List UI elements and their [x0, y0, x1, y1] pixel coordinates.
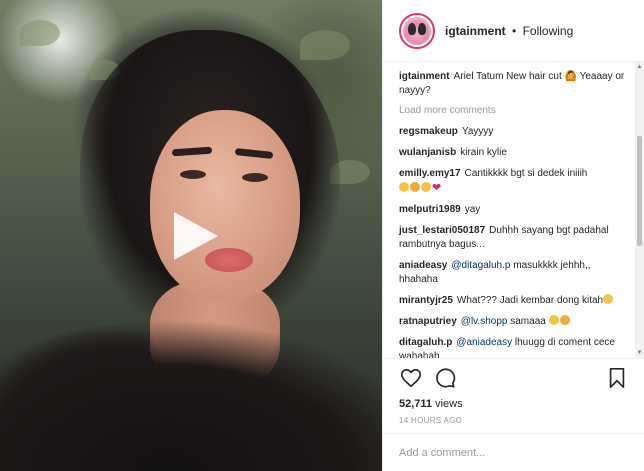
comment-item: wulanjanisb kirain kylie [399, 146, 629, 160]
comments-scrollbar[interactable]: ▲ ▼ [635, 62, 644, 358]
heart-emoji-icon: ❤ [432, 182, 442, 194]
comment-text: Cantikkkk bgt si dedek iniiih [464, 168, 588, 179]
video-subject-shirt [0, 300, 382, 471]
comment-text: samaaa [510, 316, 546, 327]
post-side-panel: igtainment • Following igtainment Ariel T… [382, 0, 644, 471]
header-username[interactable]: igtainment [445, 24, 506, 38]
avatar-image [403, 16, 431, 45]
comment-item: ratnaputriey @lv.shopp samaaa [399, 315, 629, 329]
heart-icon[interactable] [399, 366, 423, 390]
grinning-emoji-icon [421, 182, 431, 192]
comments-list[interactable]: igtainment Ariel Tatum New hair cut 🙆 Yea… [383, 62, 644, 358]
background-foliage [20, 20, 60, 46]
add-comment-bar [383, 433, 644, 471]
caption-username[interactable]: igtainment [399, 71, 450, 82]
views-number: 52,711 [399, 398, 433, 410]
background-foliage [300, 30, 350, 60]
views-label: views [435, 398, 463, 410]
grinning-emoji-icon [410, 182, 420, 192]
header-separator: • [512, 23, 517, 38]
comment-item: regsmakeup Yayyyy [399, 125, 629, 139]
comment-username[interactable]: emilly.emy17 [399, 168, 461, 179]
comment-text: yay [464, 204, 481, 215]
laughing-emoji-icon [603, 294, 614, 304]
header-text: igtainment • Following [445, 24, 573, 38]
video-subject-eye [242, 173, 268, 182]
comment-username[interactable]: aniadeasy [399, 260, 447, 271]
scroll-up-arrow-icon[interactable]: ▲ [636, 63, 643, 71]
add-comment-input[interactable] [399, 446, 629, 459]
comment-username[interactable]: regsmakeup [399, 126, 458, 137]
comment-item: emilly.emy17 Cantikkkk bgt si dedek iniii… [399, 167, 629, 196]
action-icons-row [399, 359, 629, 397]
following-button[interactable]: Following [523, 24, 574, 38]
comment-username[interactable]: ratnaputriey [399, 316, 457, 327]
post-header: igtainment • Following [383, 0, 644, 62]
comment-item: just_lestari050187 Duhhh sayang bgt padah… [399, 224, 629, 252]
comment-username[interactable]: just_lestari050187 [399, 225, 485, 236]
post-video[interactable] [0, 0, 382, 471]
load-more-comments-link[interactable]: Load more comments [399, 104, 629, 118]
ok-hand-emoji-icon [559, 315, 570, 325]
comment-username[interactable]: mirantyjr25 [399, 295, 453, 306]
comment-text: Yayyyy [461, 126, 494, 137]
comment-mention-link[interactable]: @ditagaluh.p [451, 260, 510, 271]
comment-text: What??? Jadi kembar dong kitah [456, 295, 604, 306]
bookmark-icon[interactable] [605, 366, 629, 390]
comment-item: ditagaluh.p @aniadeasy lhuugg di coment c… [399, 336, 629, 358]
comment-mention-link[interactable]: @lv.shopp [461, 316, 508, 327]
comment-item: aniadeasy @ditagaluh.p masukkkk jehhh,, h… [399, 259, 629, 287]
smiling-emoji-icon [548, 315, 559, 325]
video-subject-eye [180, 170, 206, 179]
comment-bubble-icon[interactable] [433, 366, 457, 390]
grinning-emoji-icon [399, 182, 409, 192]
comment-item: melputri1989 yay [399, 203, 629, 217]
comment-username[interactable]: wulanjanisb [399, 147, 456, 158]
play-icon[interactable] [166, 208, 222, 264]
comment-item: mirantyjr25 What??? Jadi kembar dong kita… [399, 294, 629, 308]
scroll-down-arrow-icon[interactable]: ▼ [636, 349, 643, 357]
views-count[interactable]: 52,711 views [399, 398, 629, 410]
post-timestamp[interactable]: 14 HOURS AGO [399, 416, 629, 425]
post-caption: igtainment Ariel Tatum New hair cut 🙆 Yea… [399, 70, 629, 98]
instagram-post-window: igtainment • Following igtainment Ariel T… [0, 0, 644, 471]
scrollbar-thumb[interactable] [637, 136, 642, 246]
comment-text: kirain kylie [460, 147, 507, 158]
avatar[interactable] [399, 12, 435, 49]
comment-username[interactable]: ditagaluh.p [399, 337, 452, 348]
comment-username[interactable]: melputri1989 [399, 204, 461, 215]
comment-mention-link[interactable]: @aniadeasy [456, 337, 512, 348]
